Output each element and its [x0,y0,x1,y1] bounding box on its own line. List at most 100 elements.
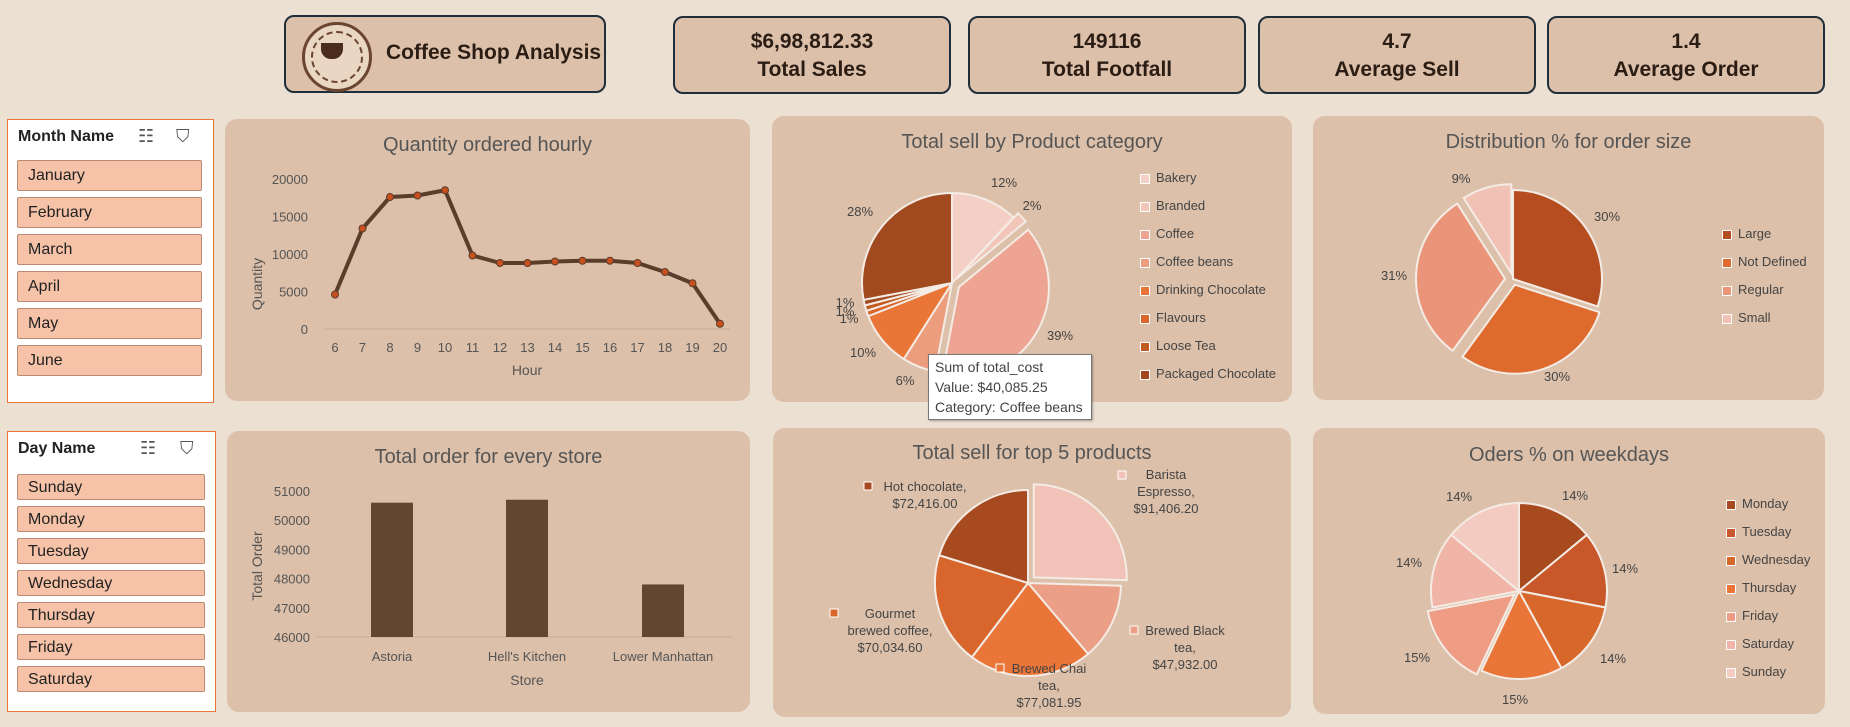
legend-item[interactable]: Branded [1140,198,1205,213]
legend-swatch [1140,173,1150,184]
legend-label: Monday [1742,496,1789,511]
legend-swatch [863,481,873,491]
kpi-value: $6,98,812.33 [750,30,874,53]
slicer-item-april[interactable]: April [17,271,202,302]
kpi-value: 149116 [1072,30,1142,53]
slicer-item-february[interactable]: February [17,197,202,228]
slicer-item-tuesday[interactable]: Tuesday [17,538,205,564]
legend-swatch [1726,639,1736,650]
legend-item[interactable]: Packaged Chocolate [1140,366,1276,381]
data-label: 14% [1600,651,1626,666]
data-label: Brewed Chai tea, $77,081.95 [1012,661,1087,710]
coffee-logo [302,22,372,92]
slicer-item-may[interactable]: May [17,308,202,339]
legend-swatch [1726,583,1736,594]
chart-weekday-orders[interactable]: Oders % on weekdays 14% 14% 14% 15% 15% 14% 14… [1313,428,1825,714]
data-label: Brewed Black tea, $47,932.00 [1145,623,1225,672]
data-label: 30% [1594,209,1620,224]
chart-order-size[interactable]: Distribution % for order size 30% 30% 31% 9… [1313,116,1824,400]
data-label: 15% [1404,650,1430,665]
dashboard-title: Coffee Shop Analysis [386,41,602,64]
clear-filter-icon[interactable]: ⛉ [176,126,190,147]
slicer-item-wednesday[interactable]: Wednesday [17,570,205,596]
legend-item[interactable]: Wednesday [1726,552,1810,567]
legend-label: Bakery [1156,170,1197,185]
slicer-item-saturday[interactable]: Saturday [17,666,205,692]
slicer-item-friday[interactable]: Friday [17,634,205,660]
kpi-value: 1.4 [1671,30,1701,53]
bar [371,502,413,637]
legend-item[interactable]: Monday [1726,496,1788,511]
legend-swatch [1722,257,1732,268]
legend-item[interactable]: Loose Tea [1140,338,1216,353]
slicer-item-monday[interactable]: Monday [17,506,205,532]
multi-select-icon[interactable]: ☷ [140,438,156,459]
data-label: 14% [1446,489,1472,504]
data-point [716,319,724,328]
chart-store-orders[interactable]: Total order for every store Total Order … [227,431,750,712]
clear-filter-icon[interactable]: ⛉ [180,438,194,459]
x-tick-label: 14 [548,340,562,355]
tooltip-value: Value: $40,085.25 [935,379,1048,395]
x-tick-label: 18 [658,340,672,355]
bar [506,499,548,637]
slicer-item-thursday[interactable]: Thursday [17,602,205,628]
legend-label: Saturday [1742,636,1795,651]
legend-item[interactable]: Small [1722,310,1771,325]
y-tick-label: 46000 [274,630,310,645]
legend-swatch [829,608,839,618]
x-tick-label: 15 [575,340,589,355]
dashboard-title-card: Coffee Shop Analysis [284,15,606,93]
pie-chart: Barista Espresso, $91,406.20 Brewed Black te… [829,467,1225,710]
x-tick-label: 11 [466,340,480,355]
multi-select-icon[interactable]: ☷ [138,126,154,147]
legend-item[interactable]: Tuesday [1726,524,1791,539]
legend-item[interactable]: Sunday [1726,664,1786,679]
data-point [386,193,394,201]
data-label: Barista Espresso, $91,406.20 [1133,467,1198,516]
chart-tooltip: Sum of total_cost Value: $40,085.25 Cate… [928,354,1092,420]
legend-item[interactable]: Large [1722,226,1771,241]
legend-swatch [1140,229,1150,240]
legend-swatch [1722,229,1732,240]
legend-item[interactable]: Friday [1726,608,1778,623]
legend-swatch [1140,285,1150,296]
data-label: 1% [840,311,859,326]
kpi-average-order: 1.4 Average Order [1547,16,1825,94]
legend-item[interactable]: Thursday [1726,580,1796,595]
legend-swatch [995,663,1005,673]
data-label: Gourmet brewed coffee, $70,034.60 [847,606,932,655]
legend-label: Flavours [1156,310,1206,325]
x-tick-label: 19 [685,340,699,355]
legend-label: Coffee beans [1156,254,1234,269]
legend-item[interactable]: Regular [1722,282,1784,297]
slicer-item-january[interactable]: January [17,160,202,191]
legend-swatch [1140,257,1150,268]
kpi-label: Average Sell [1334,58,1460,81]
data-point [441,186,449,195]
legend-item[interactable]: Bakery [1140,170,1196,185]
data-point [578,256,587,265]
chart-top-products[interactable]: Total sell for top 5 products Barista Esp… [773,428,1291,717]
slicer-item-march[interactable]: March [17,234,202,265]
legend-item[interactable]: Coffee [1140,226,1194,241]
chart-quantity-hourly[interactable]: Quantity ordered hourly Quantity Hour 05… [225,119,750,401]
data-label: 39% [1047,328,1073,343]
legend-item[interactable]: Coffee beans [1140,254,1233,269]
data-label: 14% [1396,555,1422,570]
legend-item[interactable]: Drinking Chocolate [1140,282,1266,297]
legend-item[interactable]: Saturday [1726,636,1794,651]
line-chart: Quantity Hour 0 5000 10000 15000 20000 6 7 8 9 10… [249,172,730,378]
slicer-item-june[interactable]: June [17,345,202,376]
data-label: 2% [1023,198,1042,213]
legend-item[interactable]: Flavours [1140,310,1206,325]
data-label: 14% [1612,561,1638,576]
slicer-item-sunday[interactable]: Sunday [17,474,205,500]
legend-label: Loose Tea [1156,338,1216,353]
legend-label: Coffee [1156,226,1195,241]
legend-label: Regular [1738,282,1784,297]
data-label: 6% [896,373,915,388]
data-point [496,259,504,267]
legend-label: Not Defined [1738,254,1807,269]
legend-item[interactable]: Not Defined [1722,254,1807,269]
